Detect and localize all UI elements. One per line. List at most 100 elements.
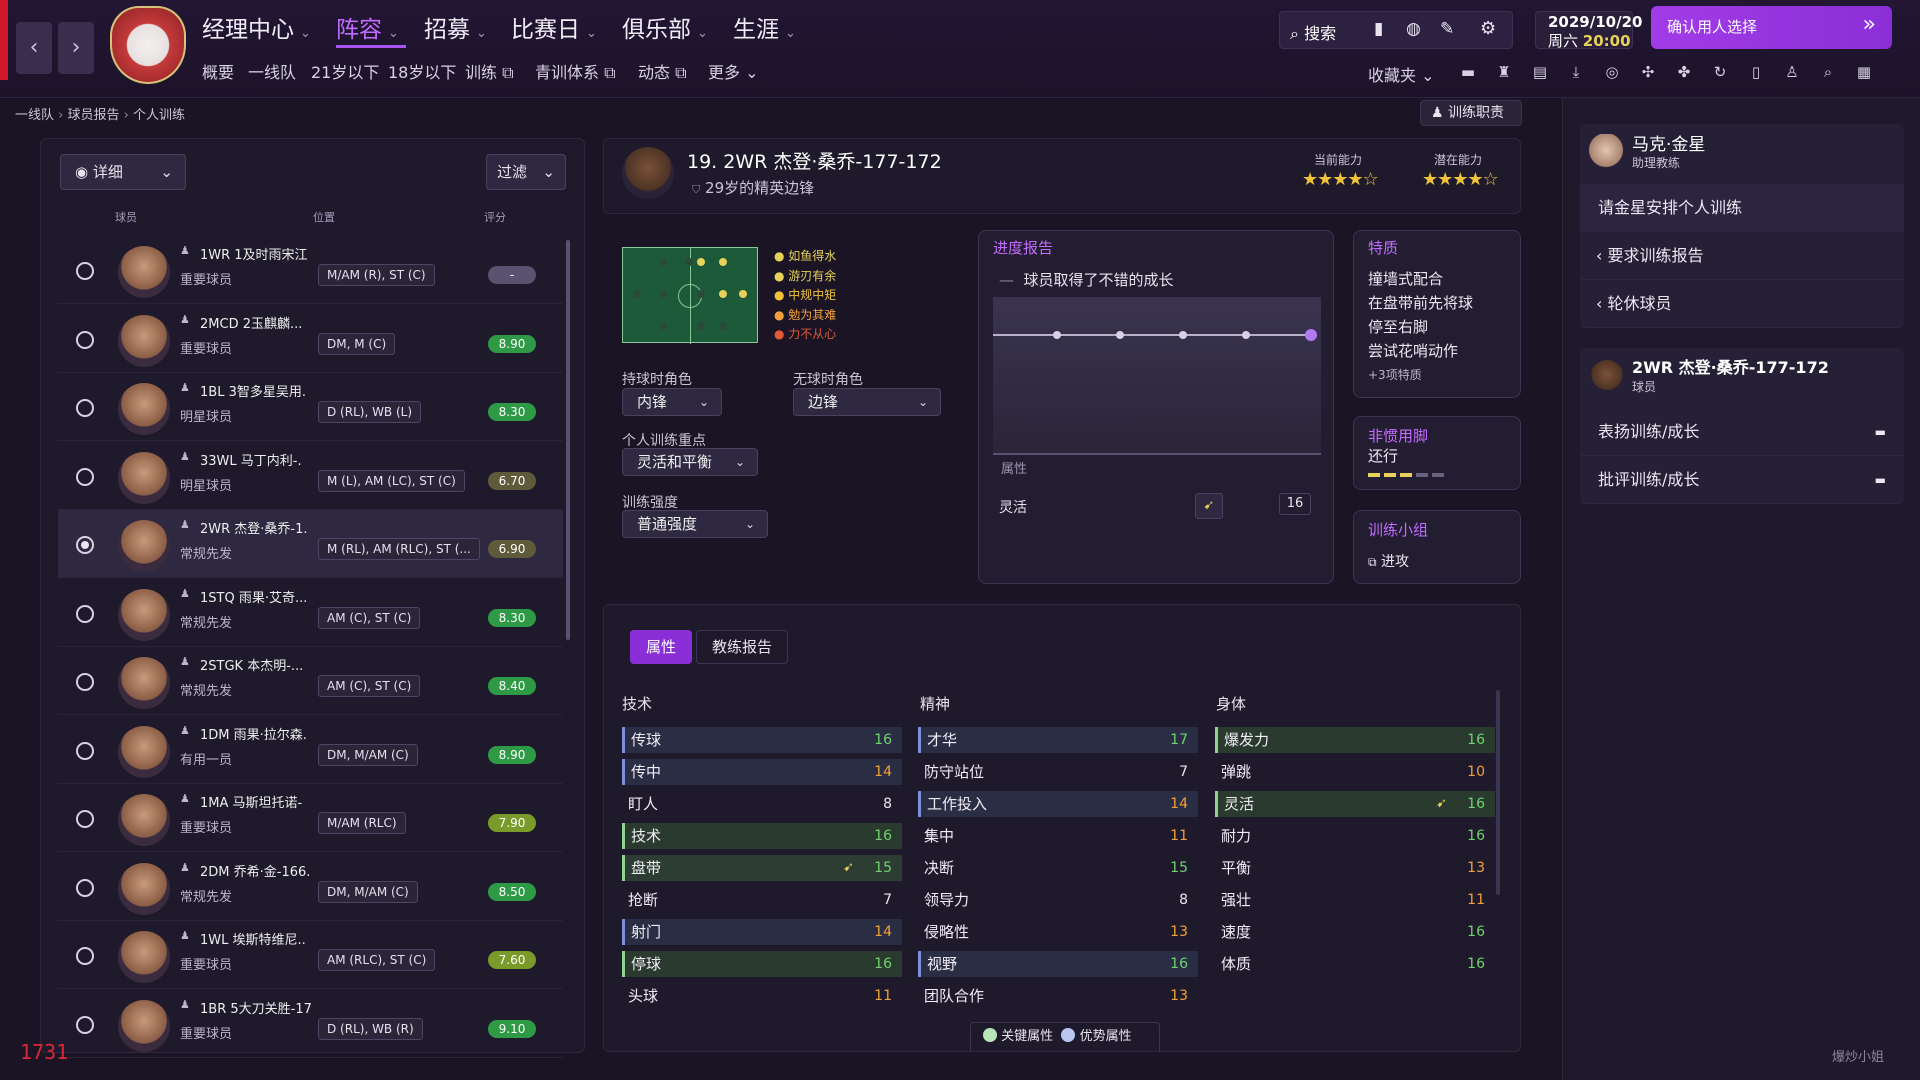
staff-icon[interactable]: ♙ <box>1782 62 1802 82</box>
select-radio[interactable] <box>76 947 94 965</box>
player-name[interactable]: 1DM 雨果·拉尔森. <box>200 724 320 743</box>
player-row[interactable]: ♟ 2DM 乔希·金-166. 常规先发 DM, M/AM (C) 8.50 <box>58 853 563 921</box>
player-row[interactable]: ♟ 1WR 1及时雨宋江 重要球员 M/AM (R), ST (C) - <box>58 236 563 304</box>
player-name[interactable]: 1WR 1及时雨宋江 <box>200 244 320 263</box>
sub-u18[interactable]: 18岁以下 <box>388 59 456 83</box>
tab-coach-report[interactable]: 教练报告 <box>696 630 788 664</box>
back-button[interactable]: ‹ <box>16 22 52 74</box>
player-name[interactable]: 2DM 乔希·金-166. <box>200 861 320 880</box>
player-row[interactable]: ♟ 1DM 雨果·拉尔森. 有用一员 DM, M/AM (C) 8.90 <box>58 716 563 784</box>
shirt-icon[interactable]: ♜ <box>1494 62 1514 82</box>
training-focus-dropdown[interactable]: 灵活和平衡 ⌄ <box>622 448 758 476</box>
training-duties-button[interactable]: ♟ 训练职责 <box>1420 100 1522 126</box>
player-row[interactable]: ♟ 1BR 5大刀关胜-17 重要球员 D (RL), WB (R) 9.10 <box>58 990 563 1058</box>
view-dropdown[interactable]: ◉ 详细 ⌄ <box>60 154 186 190</box>
attribute-row[interactable]: 盘带 ➹ 15 <box>622 855 902 881</box>
out-possession-role-dropdown[interactable]: 边锋 ⌄ <box>793 388 941 416</box>
attribute-row[interactable]: 灵活 ➹ 16 <box>1215 791 1495 817</box>
attribute-row[interactable]: 弹跳 10 <box>1215 759 1495 785</box>
player-row[interactable]: ♟ 1BL 3智多星吴用. 明星球员 D (RL), WB (L) 8.30 <box>58 373 563 441</box>
col-header-position[interactable]: 位置 <box>313 209 335 225</box>
player-row[interactable]: ♟ 33WL 马丁内利-. 明星球员 M (L), AM (LC), ST (C) 6.… <box>58 442 563 510</box>
attribute-row[interactable]: 爆发力 16 <box>1215 727 1495 753</box>
sub-training[interactable]: 训练 ⧉ <box>465 59 514 83</box>
attribute-row[interactable]: 集中 11 <box>918 823 1198 849</box>
training-intensity-dropdown[interactable]: 普通强度 ⌄ <box>622 510 768 538</box>
attribute-row[interactable]: 领导力 8 <box>918 887 1198 913</box>
attribute-row[interactable]: 工作投入 14 <box>918 791 1198 817</box>
player-name[interactable]: 33WL 马丁内利-. <box>200 450 320 469</box>
sub-youth[interactable]: 青训体系 ⧉ <box>535 59 616 83</box>
player-mini-header[interactable]: 2WR 杰登·桑乔-177-172 球员 <box>1580 348 1904 408</box>
request-report-action[interactable]: ‹ 要求训练报告 <box>1580 232 1904 280</box>
player-name[interactable]: 2WR 杰登·桑乔-1. <box>200 518 320 537</box>
player-name[interactable]: 1WL 埃斯特维尼.. <box>200 929 320 948</box>
select-radio[interactable] <box>76 673 94 691</box>
praise-action[interactable]: 表扬训练/成长 ▬ <box>1580 408 1904 456</box>
filter-dropdown[interactable]: 过滤 ⌄ <box>486 154 566 190</box>
menu-matchday[interactable]: 比赛日 ⌄ <box>511 10 597 44</box>
select-radio[interactable] <box>76 262 94 280</box>
select-radio[interactable] <box>76 1015 94 1034</box>
tactics-icon[interactable]: ▤ <box>1530 62 1550 82</box>
select-radio[interactable] <box>76 399 94 417</box>
arrange-training-action[interactable]: 请金星安排个人训练 <box>1580 184 1904 232</box>
calendar-icon[interactable]: ▦ <box>1854 62 1874 82</box>
player-row[interactable]: ♟ 2MCD 2玉麒麟... 重要球员 DM, M (C) 8.90 <box>58 305 563 373</box>
player-row[interactable]: ♟ 1STQ 雨果·艾奇... 常规先发 AM (C), ST (C) 8.30 <box>58 579 563 647</box>
menu-manager-center[interactable]: 经理中心 ⌄ <box>202 10 311 44</box>
criticize-action[interactable]: 批评训练/成长 ▬ <box>1580 456 1904 504</box>
player-row[interactable]: ♟ 1WL 埃斯特维尼.. 重要球员 AM (RLC), ST (C) 7.60 <box>58 921 563 989</box>
attribute-row[interactable]: 团队合作 13 <box>918 983 1198 1009</box>
confirm-selection-button[interactable]: 确认用人选择 » <box>1651 6 1892 49</box>
col-header-player[interactable]: 球员 <box>115 209 137 225</box>
pencil-icon[interactable]: ✎ <box>1440 19 1454 39</box>
select-radio[interactable] <box>76 810 94 828</box>
attribute-row[interactable]: 防守站位 7 <box>918 759 1198 785</box>
attribute-row[interactable]: 视野 16 <box>918 951 1198 977</box>
coach-header[interactable]: 马克·金星 助理教练 <box>1580 124 1904 184</box>
breadcrumb-first-team[interactable]: 一线队 <box>15 108 54 123</box>
col-header-rating[interactable]: 评分 <box>484 209 506 225</box>
group-icon[interactable]: ✤ <box>1674 62 1694 82</box>
attribute-row[interactable]: 决断 15 <box>918 855 1198 881</box>
player-name[interactable]: 1STQ 雨果·艾奇... <box>200 587 320 606</box>
tab-attributes[interactable]: 属性 <box>630 630 692 664</box>
attribute-row[interactable]: 强壮 11 <box>1215 887 1495 913</box>
attribute-row[interactable]: 射门 14 <box>622 919 902 945</box>
sub-overview[interactable]: 概要 <box>202 59 234 83</box>
training-group-card[interactable]: 训练小组 ⧉ 进攻 <box>1353 510 1521 584</box>
globe-icon[interactable]: ◍ <box>1406 19 1421 39</box>
attribute-row[interactable]: 传中 14 <box>622 759 902 785</box>
attribute-row[interactable]: 传球 16 <box>622 727 902 753</box>
player-row[interactable]: ♟ 2STGK 本杰明-... 常规先发 AM (C), ST (C) 8.40 <box>58 647 563 715</box>
forward-button[interactable]: › <box>58 22 94 74</box>
bookmark-icon[interactable]: ▮ <box>1374 19 1383 39</box>
sub-more[interactable]: 更多 ⌄ <box>708 59 759 83</box>
search-button[interactable]: ⌕ 搜索 <box>1290 20 1336 44</box>
select-radio[interactable] <box>76 878 94 897</box>
menu-career[interactable]: 生涯 ⌄ <box>733 10 796 44</box>
breadcrumb-player-report[interactable]: 球员报告 <box>68 108 120 123</box>
select-radio[interactable] <box>76 330 94 349</box>
player-name[interactable]: 1BR 5大刀关胜-17 <box>200 998 320 1017</box>
sub-u21[interactable]: 21岁以下 <box>311 59 379 83</box>
menu-club[interactable]: 俱乐部 ⌄ <box>622 10 708 44</box>
player-list-scrollbar[interactable] <box>566 240 570 640</box>
attributes-scrollbar[interactable] <box>1496 690 1500 895</box>
rest-player-action[interactable]: ‹ 轮休球员 <box>1580 280 1904 328</box>
player-name[interactable]: 2MCD 2玉麒麟... <box>200 313 320 332</box>
attribute-row[interactable]: 平衡 13 <box>1215 855 1495 881</box>
player-name[interactable]: 1MA 马斯坦托诺- <box>200 792 320 811</box>
menu-recruitment[interactable]: 招募 ⌄ <box>424 10 487 44</box>
attribute-row[interactable]: 速度 16 <box>1215 919 1495 945</box>
refresh-icon[interactable]: ↻ <box>1710 62 1730 82</box>
attribute-row[interactable]: 侵略性 13 <box>918 919 1198 945</box>
attribute-row[interactable]: 头球 11 <box>622 983 902 1009</box>
club-crest-logo[interactable] <box>110 6 186 84</box>
attribute-row[interactable]: 耐力 16 <box>1215 823 1495 849</box>
traits-card[interactable]: 特质 撞墙式配合 在盘带前先将球 停至右脚 尝试花哨动作 +3项特质 <box>1353 230 1521 398</box>
attribute-row[interactable]: 技术 16 <box>622 823 902 849</box>
in-possession-role-dropdown[interactable]: 内锋 ⌄ <box>622 388 722 416</box>
attribute-row[interactable]: 停球 16 <box>622 951 902 977</box>
